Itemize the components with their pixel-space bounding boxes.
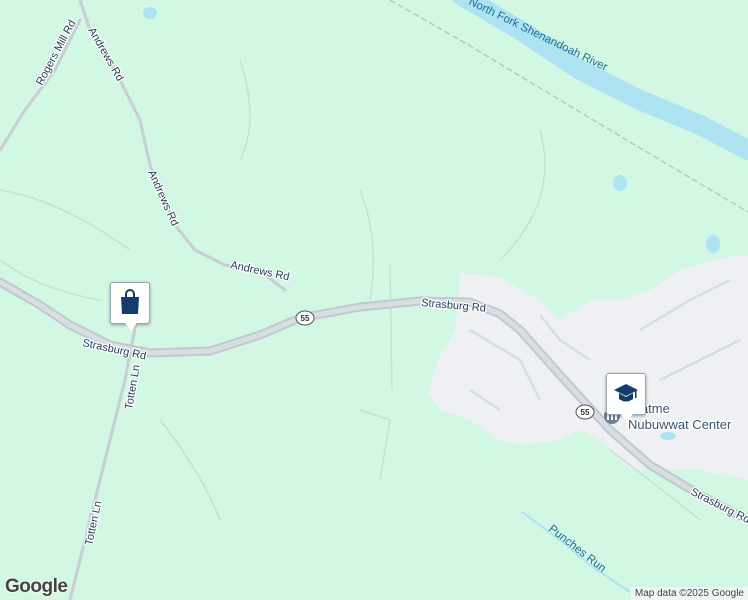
shopping-marker[interactable]	[110, 282, 150, 331]
pond	[706, 235, 720, 253]
totten-ln	[68, 316, 139, 600]
map-canvas[interactable]: 55 55 Strasburg Rd Strasburg Rd Strasbur…	[0, 0, 748, 600]
pond	[143, 7, 157, 19]
poi-label-line2: Nubuwwat Center	[628, 417, 732, 432]
road-label-totten: Totten Ln	[83, 500, 104, 547]
road-label-andrews: Andrews Rd	[145, 168, 180, 228]
minor-tracks	[0, 59, 701, 521]
google-logo[interactable]: Google	[5, 576, 68, 598]
pond	[613, 175, 627, 191]
shopping-bag-icon	[121, 289, 139, 314]
school-marker[interactable]	[606, 373, 646, 422]
pond	[660, 432, 676, 440]
road-label-andrews: Andrews Rd	[229, 259, 290, 283]
creek-label: Punches Run	[546, 523, 608, 575]
road-label-rogers-mill: Rogers Mill Rd	[34, 18, 78, 87]
railway	[389, 0, 748, 213]
road-label-andrews: Andrews Rd	[85, 26, 125, 84]
svg-text:55: 55	[301, 314, 310, 323]
road-label-strasburg: Strasburg Rd	[689, 486, 748, 526]
route-shield: 55	[295, 310, 315, 326]
route-shield: 55	[575, 404, 595, 420]
graduation-cap-icon	[614, 384, 638, 402]
andrews-rd	[78, 0, 287, 292]
map-attribution: Map data ©2025 Google	[630, 587, 748, 600]
road-label-strasburg: Strasburg Rd	[81, 337, 147, 362]
river-label: North Fork Shenandoah River	[467, 0, 610, 74]
urban-area	[428, 255, 748, 480]
svg-text:55: 55	[581, 408, 590, 417]
